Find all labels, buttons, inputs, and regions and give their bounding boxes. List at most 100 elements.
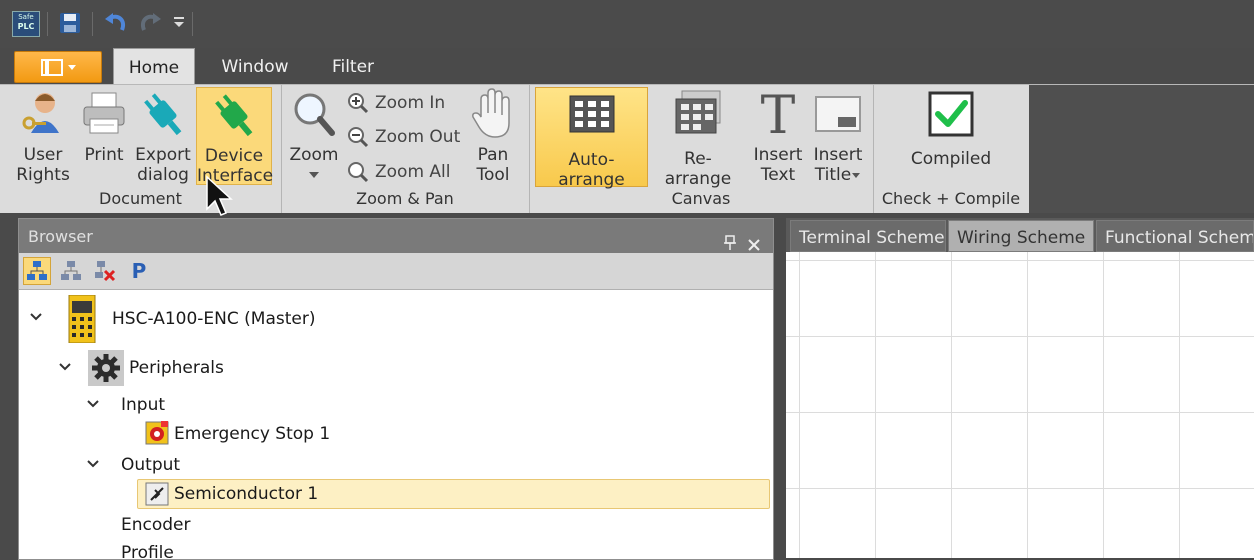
group-label-document: Document [99,189,182,208]
tree-view-button[interactable] [23,257,51,285]
export-connector-icon [137,87,189,141]
re-arrange-label: Re-arrange [664,149,732,189]
hand-icon [467,87,519,141]
undo-icon[interactable] [102,10,128,36]
tree-item-emergency-stop[interactable]: Emergency Stop 1 [19,420,771,448]
tab-home[interactable]: Home [113,48,195,85]
chevron-down-icon[interactable] [29,311,43,326]
scheme-tab-strip: Terminal Scheme Wiring Scheme Functional… [786,218,1254,252]
close-icon[interactable] [747,229,761,251]
add-node-icon [61,261,81,280]
properties-p-button[interactable]: P [125,257,153,285]
zoom-button[interactable]: Zoom [285,87,343,179]
save-icon[interactable] [58,11,82,35]
print-label: Print [84,145,124,165]
zoom-label: Zoom [289,145,339,165]
tree-item-encoder[interactable]: Encoder [19,511,771,539]
device-interface-label-1: Device [204,146,264,166]
compiled-button[interactable]: Compiled [893,87,1009,169]
tab-terminal-scheme[interactable]: Terminal Scheme [790,220,946,252]
tree-item-profile[interactable]: Profile [19,539,771,559]
insert-title-button[interactable]: Insert Title [808,87,868,185]
user-rights-button[interactable]: User Rights [10,87,76,185]
print-button[interactable]: Print [76,87,132,165]
auto-arrange-button[interactable]: Auto-arrange [535,87,648,190]
group-document: User Rights Print Export dialog Device I… [0,85,282,213]
text-t-icon: T [752,87,804,141]
zoom-all-button[interactable]: Zoom All [347,158,451,186]
properties-p-label: P [131,259,147,283]
insert-title-dropdown-icon [851,165,861,185]
semiconductor-icon [145,482,169,506]
user-rights-label-1: User [23,145,63,165]
ribbon: User Rights Print Export dialog Device I… [0,84,1254,213]
tab-wiring-scheme[interactable]: Wiring Scheme [948,220,1094,252]
quick-access-toolbar: Safe PLC [0,0,1254,49]
tree-label-master: HSC-A100-ENC (Master) [112,309,316,329]
zoom-out-icon [347,126,369,148]
insert-text-button[interactable]: T Insert Text [748,87,808,185]
browser-title-bar: Browser [19,219,773,253]
logo-line2: PLC [17,22,35,31]
tree-label-encoder: Encoder [121,515,191,535]
app-logo-icon: Safe PLC [12,11,40,37]
insert-title-label-1: Insert [813,145,863,165]
tree-item-master[interactable]: HSC-A100-ENC (Master) [19,294,771,345]
zoom-in-icon [347,92,369,114]
scheme-pane: Terminal Scheme Wiring Scheme Functional… [786,218,1254,558]
customize-dropdown-icon[interactable] [172,14,186,30]
tree-item-output[interactable]: Output [19,451,771,479]
chevron-down-icon[interactable] [58,361,72,376]
tab-filter[interactable]: Filter [318,48,388,84]
zoom-all-icon [347,161,369,183]
add-node-button[interactable] [57,257,85,285]
pan-tool-button[interactable]: Pan Tool [465,87,521,185]
compiled-check-icon [925,87,977,141]
tree-label-input: Input [121,395,166,415]
insert-title-label-2: Title [814,165,852,185]
tree-label-emergency-stop: Emergency Stop 1 [174,424,331,444]
zoom-out-button[interactable]: Zoom Out [347,123,460,151]
tree-item-peripherals[interactable]: Peripherals [19,349,771,387]
magnifier-icon [288,87,340,141]
zoom-dropdown-arrow-icon [285,165,343,179]
browser-pane: Browser P HSC-A100-ENC (Master) Peripher… [18,218,774,560]
export-dialog-label-2: dialog [137,165,189,185]
export-dialog-button[interactable]: Export dialog [132,87,194,185]
pan-tool-label-1: Pan [477,145,509,165]
remove-node-button[interactable] [91,257,119,285]
tree-label-output: Output [121,455,181,475]
redo-icon[interactable] [138,10,164,36]
device-interface-button[interactable]: Device Interface [196,87,273,186]
group-label-check-compile: Check + Compile [881,189,1021,208]
chevron-down-icon[interactable] [86,458,100,473]
tree-label-semiconductor: Semiconductor 1 [174,484,319,504]
group-label-zoom-pan: Zoom & Pan [356,189,454,208]
gear-icon [88,350,124,386]
tree-label-peripherals: Peripherals [129,358,224,378]
auto-arrange-label: Auto-arrange [558,150,625,190]
zoom-all-label: Zoom All [375,162,451,182]
emergency-stop-icon [145,421,169,445]
pin-icon[interactable] [723,228,737,250]
tab-functional-scheme[interactable]: Functional Scheme [1096,220,1254,252]
browser-toolbar: P [19,253,773,290]
title-block-icon [812,87,864,141]
group-check-compile: Compiled Check + Compile [873,85,1030,213]
wiring-canvas[interactable] [786,252,1254,558]
user-rights-label-2: Rights [16,165,70,185]
zoom-out-label: Zoom Out [375,127,461,147]
chevron-down-icon[interactable] [86,398,100,413]
safety-controller-icon [67,294,97,344]
mouse-cursor-icon [205,175,235,223]
auto-arrange-grid-icon [566,88,618,142]
network-tree-icon [27,261,47,280]
re-arrange-grid-icon [672,87,724,141]
tree-item-input[interactable]: Input [19,391,771,419]
svg-text:T: T [761,87,796,141]
tab-window[interactable]: Window [213,48,297,84]
re-arrange-button[interactable]: Re-arrange [652,87,744,189]
application-menu-button[interactable] [14,51,102,83]
tree-item-semiconductor[interactable]: Semiconductor 1 [19,479,771,509]
zoom-in-button[interactable]: Zoom In [347,89,445,117]
